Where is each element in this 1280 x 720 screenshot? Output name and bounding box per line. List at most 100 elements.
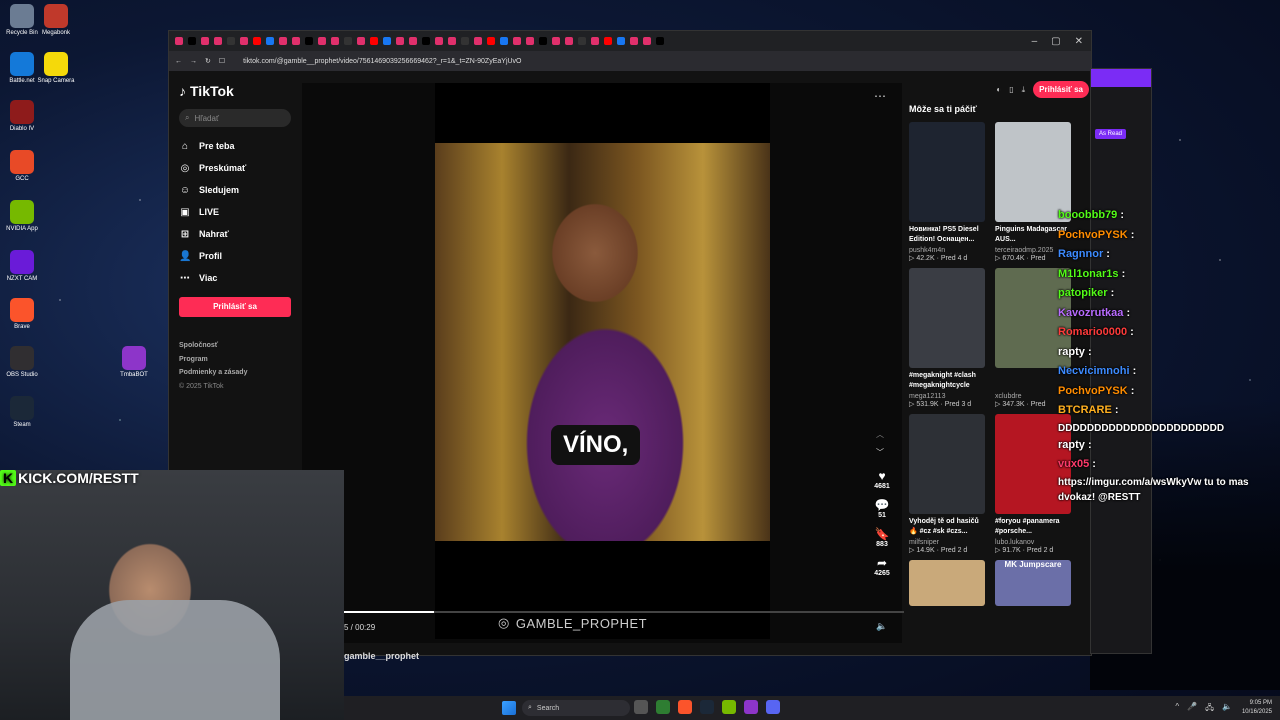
chevron-up-icon[interactable]: ︿: [876, 429, 884, 440]
video-action[interactable]: ♥ 4681: [870, 469, 894, 490]
desktop-shortcut[interactable]: Snap Camera: [34, 52, 78, 84]
brave-icon[interactable]: [678, 700, 692, 714]
browser-tab[interactable]: [565, 37, 573, 45]
video-action[interactable]: 💬 51: [870, 498, 894, 519]
chat-username[interactable]: booobbb79: [1058, 209, 1117, 221]
nav-item[interactable]: ▣ LIVE: [179, 201, 291, 223]
tmbabot-icon[interactable]: [744, 700, 758, 714]
app-icon[interactable]: ◐: [996, 85, 1001, 94]
video-action[interactable]: 🔖 883: [870, 527, 894, 548]
back-icon[interactable]: ←: [175, 58, 182, 65]
recommended-card[interactable]: Новинка! PS5 Diesel Edition! Оснащен... p…: [909, 122, 985, 262]
desktop-shortcut[interactable]: Brave: [0, 298, 44, 330]
chevron-down-icon[interactable]: ﹀: [876, 447, 884, 458]
maximize-button[interactable]: ▢: [1051, 36, 1060, 47]
recommended-card[interactable]: Vyhoděj tě od hasičů 🔥 #cz #sk #czs... mi…: [909, 414, 985, 554]
mark-read-button[interactable]: As Read: [1095, 129, 1127, 139]
browser-tab[interactable]: [435, 37, 443, 45]
recommended-card[interactable]: MK Jumpscare: [995, 560, 1071, 615]
login-button[interactable]: Prihlásiť sa: [179, 297, 291, 317]
chat-username[interactable]: PochvoPYSK: [1058, 385, 1128, 397]
discord-icon[interactable]: [766, 700, 780, 714]
chat-username[interactable]: Necvicimnohi: [1058, 365, 1130, 377]
chat-username[interactable]: rapty: [1058, 439, 1085, 451]
more-options-icon[interactable]: ⋯: [874, 89, 886, 103]
browser-tab[interactable]: [656, 37, 664, 45]
desktop-shortcut[interactable]: OBS Studio: [0, 346, 44, 378]
nav-item[interactable]: ⋯ Viac: [179, 267, 291, 289]
desktop-shortcut[interactable]: NZXT CAM: [0, 250, 44, 282]
browser-tab[interactable]: [539, 37, 547, 45]
browser-tab[interactable]: [279, 37, 287, 45]
start-button[interactable]: [502, 701, 516, 715]
mic-icon[interactable]: 🎤: [1187, 702, 1197, 716]
browser-tab[interactable]: [396, 37, 404, 45]
steam-icon[interactable]: [700, 700, 714, 714]
recommended-card[interactable]: #megaknight #clash #megaknightcycle mega1…: [909, 268, 985, 408]
browser-tab[interactable]: [422, 37, 430, 45]
file-explorer-icon[interactable]: [634, 700, 648, 714]
chat-username[interactable]: M1l1onar1s: [1058, 268, 1119, 280]
volume-icon[interactable]: 🔈: [1222, 702, 1232, 716]
desktop-shortcut[interactable]: Megabonk: [34, 4, 78, 36]
desktop-shortcut[interactable]: Diablo IV: [0, 100, 44, 132]
nav-item[interactable]: ☺ Sledujem: [179, 179, 291, 201]
nav-item[interactable]: ◎ Preskúmať: [179, 157, 291, 179]
chat-username[interactable]: Romario0000: [1058, 326, 1127, 338]
browser-tab[interactable]: [240, 37, 248, 45]
desktop-shortcut[interactable]: Steam: [0, 396, 44, 428]
chat-username[interactable]: Ragnnor: [1058, 248, 1103, 260]
browser-tab[interactable]: [357, 37, 365, 45]
browser-tab[interactable]: [344, 37, 352, 45]
browser-tab[interactable]: [500, 37, 508, 45]
browser-tab[interactable]: [266, 37, 274, 45]
chat-username[interactable]: Kavozrutkaa: [1058, 307, 1123, 319]
browser-tab[interactable]: [487, 37, 495, 45]
video-action[interactable]: ➦ 4265: [870, 556, 894, 577]
taskbar-search[interactable]: ⌕ Search: [522, 700, 630, 716]
nav-item[interactable]: ⌂ Pre teba: [179, 135, 291, 157]
browser-tab[interactable]: [331, 37, 339, 45]
browser-tab[interactable]: [643, 37, 651, 45]
browser-tab[interactable]: [578, 37, 586, 45]
footer-link-program[interactable]: Program: [179, 353, 291, 367]
browser-tab[interactable]: [214, 37, 222, 45]
chat-username[interactable]: patopiker: [1058, 287, 1108, 299]
desktop-shortcut[interactable]: GCC: [0, 150, 44, 182]
browser-tab[interactable]: [526, 37, 534, 45]
browser-tab[interactable]: [409, 37, 417, 45]
chat-username[interactable]: vux05: [1058, 458, 1089, 470]
browser-tab[interactable]: [474, 37, 482, 45]
browser-tab[interactable]: [201, 37, 209, 45]
minimize-button[interactable]: –: [1032, 36, 1038, 47]
browser-tab[interactable]: [552, 37, 560, 45]
device-icon[interactable]: ▯: [1009, 85, 1013, 94]
footer-link-company[interactable]: Spoločnosť: [179, 339, 291, 353]
chat-username[interactable]: PochvoPYSK: [1058, 229, 1128, 241]
desktop-shortcut[interactable]: TmbaBOT: [112, 346, 156, 378]
browser-tab[interactable]: [188, 37, 196, 45]
forward-icon[interactable]: →: [190, 58, 197, 65]
browser-tab[interactable]: [175, 37, 183, 45]
chat-username[interactable]: BTCRARE: [1058, 404, 1112, 416]
browser-tab[interactable]: [305, 37, 313, 45]
chat-username[interactable]: rapty: [1058, 346, 1085, 358]
browser-tab[interactable]: [370, 37, 378, 45]
video-author[interactable]: gamble__prophet: [344, 651, 419, 661]
video-progress-bar[interactable]: [344, 611, 904, 613]
nav-item[interactable]: 👤 Profil: [179, 245, 291, 267]
browser-tab[interactable]: [448, 37, 456, 45]
close-button[interactable]: ✕: [1075, 36, 1083, 47]
browser-tab[interactable]: [591, 37, 599, 45]
nvidia-icon[interactable]: [722, 700, 736, 714]
login-button-top[interactable]: Prihlásiť sa: [1033, 81, 1089, 98]
browser-tab[interactable]: [253, 37, 261, 45]
network-icon[interactable]: 🖧: [1205, 702, 1214, 716]
browser-tab[interactable]: [383, 37, 391, 45]
bookmark-page-icon[interactable]: ☐: [219, 57, 225, 65]
reload-icon[interactable]: ↻: [205, 57, 211, 65]
download-icon[interactable]: ⤓: [1022, 85, 1026, 95]
browser-tab[interactable]: [318, 37, 326, 45]
clock[interactable]: 9:05 PM 10/16/2025: [1242, 699, 1272, 717]
browser-tab[interactable]: [604, 37, 612, 45]
